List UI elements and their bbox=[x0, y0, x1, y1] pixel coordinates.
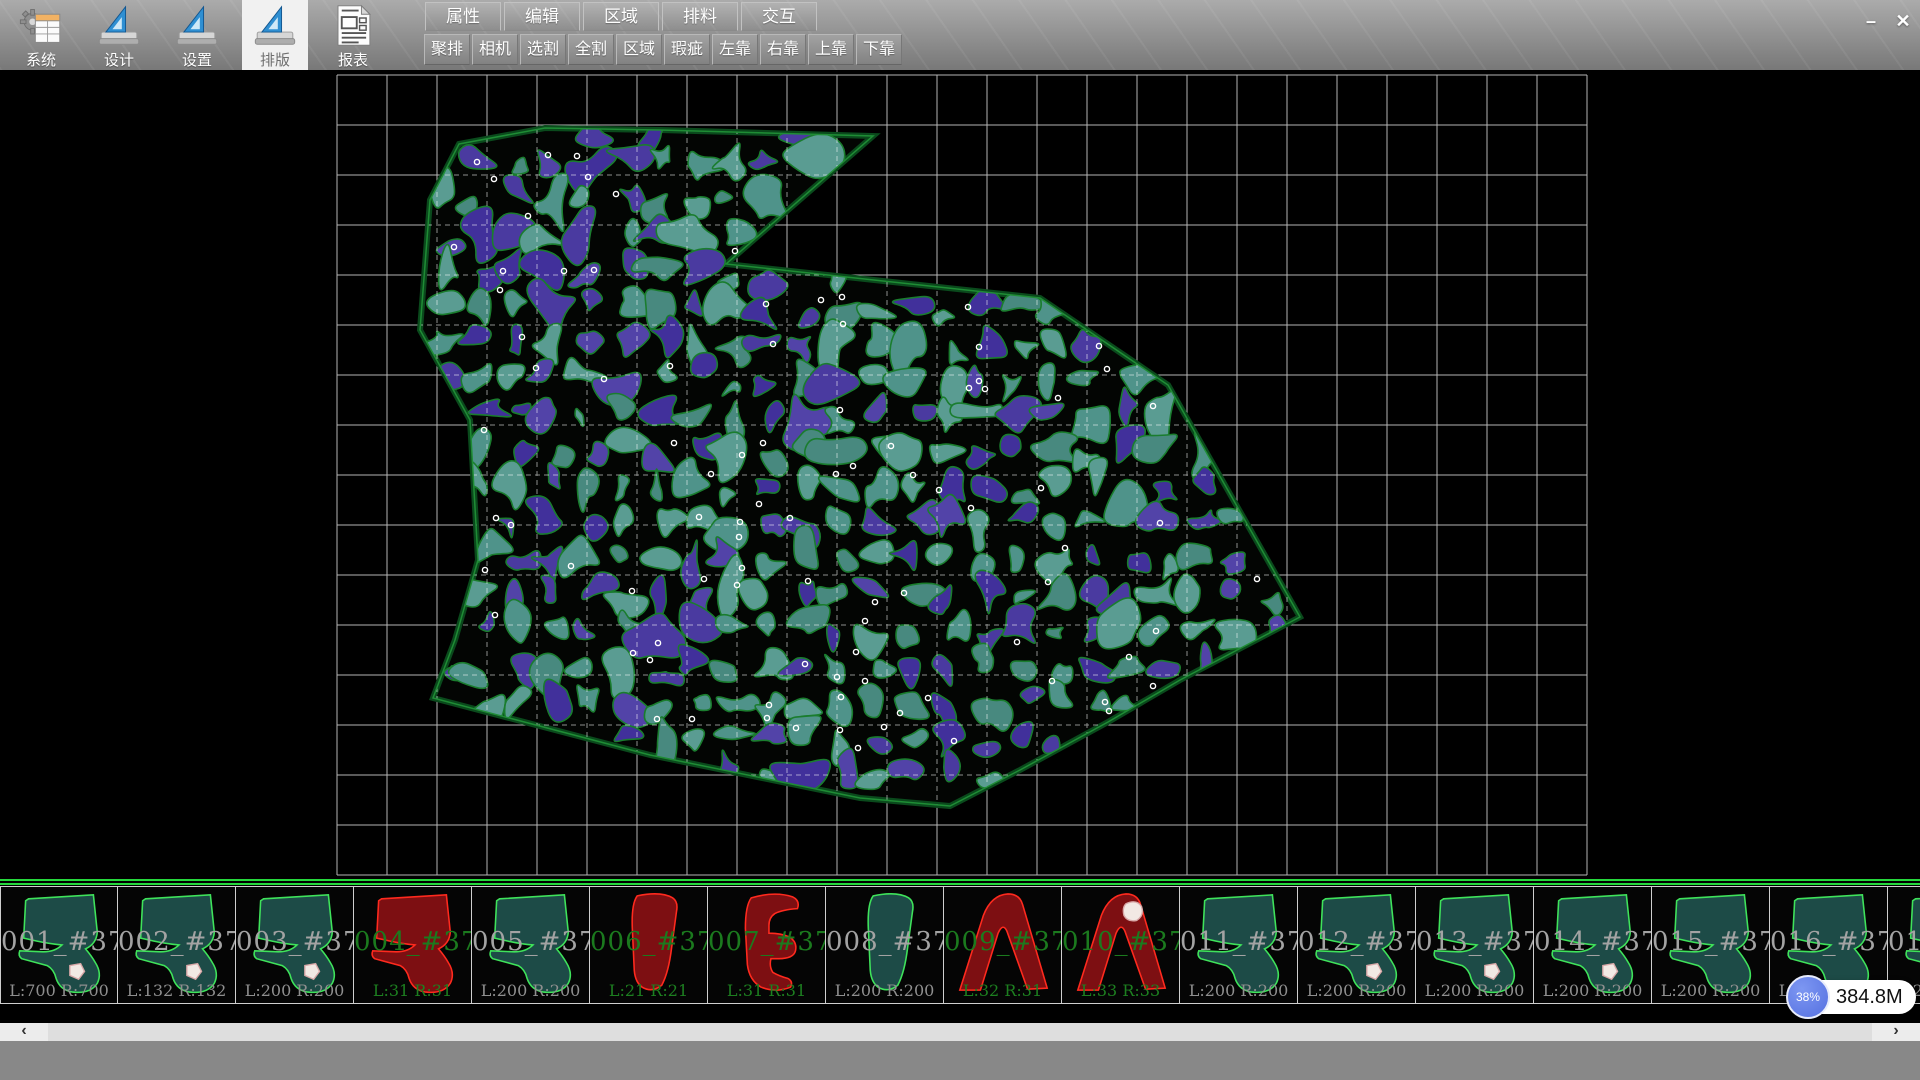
thumbnail-lr-info: L:200 R:200 bbox=[1652, 981, 1769, 1000]
thumbnail-id: 012_#37 bbox=[1298, 927, 1415, 957]
thumbnail-id: 008_#37 bbox=[826, 927, 943, 957]
thumbnail-lr-info: L:31 R:31 bbox=[354, 981, 471, 1000]
tool-button-align-top[interactable]: 上靠 bbox=[808, 34, 854, 65]
nesting-canvas[interactable] bbox=[0, 70, 1920, 884]
thumbnail-id: 006_#37 bbox=[590, 927, 707, 957]
thumbnail-cell[interactable]: 002_#37 L:132 R:132 bbox=[118, 887, 236, 1003]
menu-button-edit[interactable]: 编辑 bbox=[504, 2, 580, 31]
ruler-icon bbox=[252, 3, 298, 48]
tool-button-align-bottom[interactable]: 下靠 bbox=[856, 34, 902, 65]
thumbnail-cell[interactable]: 003_#37 L:200 R:200 bbox=[236, 887, 354, 1003]
thumbnail-id: 010_#37 bbox=[1062, 927, 1179, 957]
progress-percent-badge: 38% bbox=[1786, 975, 1830, 1019]
thumbnail-id: 003_#37 bbox=[236, 927, 353, 957]
thumbnail-id: 014_#37 bbox=[1534, 927, 1651, 957]
gear-table-icon bbox=[18, 3, 64, 48]
parts-thumbnail-strip: 001_#37L:700 R:700002_#37L:132 R:132003_… bbox=[0, 878, 1920, 1023]
main-button-design[interactable]: 设计 bbox=[86, 0, 152, 70]
tool-button-defect[interactable]: 瑕疵 bbox=[664, 34, 710, 65]
hide-layout-drawing bbox=[0, 70, 1920, 884]
main-button-label: 排版 bbox=[260, 49, 290, 70]
thumbnail-cell[interactable]: 006_#37 L:21 R:21 bbox=[590, 887, 708, 1003]
thumbnail-cell[interactable]: 005_#37 L:200 R:200 bbox=[472, 887, 590, 1003]
thumbnail-cell[interactable]: 015_#37 L:200 R:200 bbox=[1652, 887, 1770, 1003]
ruler-icon bbox=[96, 3, 142, 48]
scrollbar-thumb[interactable] bbox=[48, 1023, 1872, 1041]
thumbnail-cell[interactable]: 008_#37 L:200 R:200 bbox=[826, 887, 944, 1003]
main-button-nesting[interactable]: 排版 bbox=[242, 0, 308, 70]
main-button-label: 设计 bbox=[104, 49, 134, 70]
tool-button-align-left[interactable]: 左靠 bbox=[712, 34, 758, 65]
thumbnail-lr-info: L:33 R:33 bbox=[1062, 981, 1179, 1000]
thumbnail-lr-info: L:21 R:21 bbox=[590, 981, 707, 1000]
tool-button-zone[interactable]: 区域 bbox=[616, 34, 662, 65]
memory-usage-label: 384.8M bbox=[1836, 980, 1903, 1014]
thumbnail-cells: 001_#37L:700 R:700002_#37L:132 R:132003_… bbox=[0, 886, 1920, 1004]
thumbnail-lr-info: L:200 R:200 bbox=[826, 981, 943, 1000]
thumbnail-id: 005_#37 bbox=[472, 927, 589, 957]
thumbnail-cell[interactable]: 012_#37 L:200 R:200 bbox=[1298, 887, 1416, 1003]
thumbnail-lr-info: L:32 R:31 bbox=[944, 981, 1061, 1000]
menu-button-properties[interactable]: 属性 bbox=[425, 2, 501, 31]
main-button-system[interactable]: 系统 bbox=[8, 0, 74, 70]
thumbnail-lr-info: L:200 R:200 bbox=[1298, 981, 1415, 1000]
main-button-settings[interactable]: 设置 bbox=[164, 0, 230, 70]
toolbar: 系统设计设置排版报表 属性编辑区域排料交互 聚排相机选割全割区域瑕疵左靠右靠上靠… bbox=[0, 0, 1920, 70]
thumbnail-id: 016_#37 bbox=[1770, 927, 1887, 957]
tool-button-align-right[interactable]: 右靠 bbox=[760, 34, 806, 65]
thumbnail-id: 009_#37 bbox=[944, 927, 1061, 957]
thumbnail-id: 013_#37 bbox=[1416, 927, 1533, 957]
tool-button-cut-all[interactable]: 全割 bbox=[568, 34, 614, 65]
menu-button-region[interactable]: 区域 bbox=[583, 2, 659, 31]
tool-button-select-cut[interactable]: 选割 bbox=[520, 34, 566, 65]
thumbnail-id: 017_#37 bbox=[1888, 927, 1920, 957]
thumbnail-lr-info: L:200 R:200 bbox=[1534, 981, 1651, 1000]
memory-badge: 38% 384.8M bbox=[1788, 980, 1916, 1014]
tool-button-cluster-nest[interactable]: 聚排 bbox=[424, 34, 470, 65]
close-button[interactable]: ✕ bbox=[1890, 8, 1916, 34]
tool-button-camera[interactable]: 相机 bbox=[472, 34, 518, 65]
report-icon bbox=[330, 3, 376, 48]
thumbnail-id: 007_#37 bbox=[708, 927, 825, 957]
thumbnail-lr-info: L:31 R:31 bbox=[708, 981, 825, 1000]
thumbnail-id: 004_#37 bbox=[354, 927, 471, 957]
thumbnail-cell[interactable]: 011_#37 L:200 R:200 bbox=[1180, 887, 1298, 1003]
status-bar bbox=[0, 1041, 1920, 1080]
thumbnail-cell[interactable]: 010_#37 L:33 R:33 bbox=[1062, 887, 1180, 1003]
thumbnail-lr-info: L:132 R:132 bbox=[118, 981, 235, 1000]
main-button-report[interactable]: 报表 bbox=[320, 0, 386, 70]
strip-separator-line bbox=[0, 879, 1920, 881]
strip-separator-line bbox=[0, 883, 1920, 885]
application-window: { "window": { "minimize_glyph": "–", "cl… bbox=[0, 0, 1920, 1080]
thumbnail-cell[interactable]: 001_#37 L:700 R:700 bbox=[0, 887, 118, 1003]
scroll-right-button[interactable]: › bbox=[1872, 1023, 1920, 1041]
thumbnail-cell[interactable]: 014_#37 L:200 R:200 bbox=[1534, 887, 1652, 1003]
thumbnail-id: 015_#37 bbox=[1652, 927, 1769, 957]
thumbnail-lr-info: L:200 R:200 bbox=[1180, 981, 1297, 1000]
menu-button-interact[interactable]: 交互 bbox=[741, 2, 817, 31]
minimize-button[interactable]: – bbox=[1858, 8, 1884, 34]
thumbnail-cell[interactable]: 007_#37 L:31 R:31 bbox=[708, 887, 826, 1003]
thumbnail-id: 002_#37 bbox=[118, 927, 235, 957]
thumbnail-lr-info: L:200 R:200 bbox=[236, 981, 353, 1000]
thumbnail-id: 011_#37 bbox=[1180, 927, 1297, 957]
thumbnail-cell[interactable]: 004_#37 L:31 R:31 bbox=[354, 887, 472, 1003]
thumbnail-lr-info: L:200 R:200 bbox=[1416, 981, 1533, 1000]
main-button-label: 系统 bbox=[26, 49, 56, 70]
main-button-label: 报表 bbox=[338, 49, 368, 70]
scroll-left-button[interactable]: ‹ bbox=[0, 1023, 48, 1041]
horizontal-scrollbar[interactable]: ‹ › bbox=[0, 1023, 1920, 1041]
thumbnail-cell[interactable]: 009_#37 L:32 R:31 bbox=[944, 887, 1062, 1003]
main-button-label: 设置 bbox=[182, 49, 212, 70]
thumbnail-lr-info: L:200 R:200 bbox=[472, 981, 589, 1000]
thumbnail-lr-info: L:700 R:700 bbox=[1, 981, 117, 1000]
thumbnail-cell[interactable]: 013_#37 L:200 R:200 bbox=[1416, 887, 1534, 1003]
thumbnail-id: 001_#37 bbox=[1, 927, 117, 957]
menu-button-nest[interactable]: 排料 bbox=[662, 2, 738, 31]
ruler-icon bbox=[174, 3, 220, 48]
